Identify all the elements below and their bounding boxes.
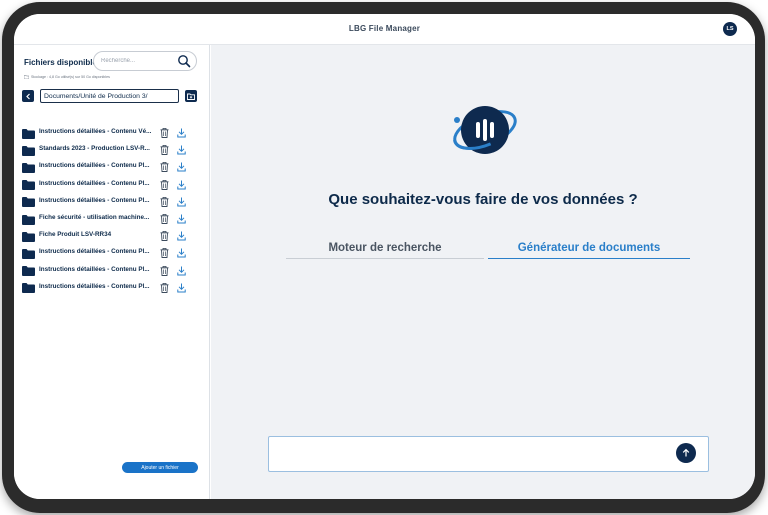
download-icon[interactable] [177, 180, 186, 190]
app-title: LBG File Manager [348, 24, 421, 33]
folder-small-icon [24, 75, 29, 79]
trash-icon[interactable] [160, 248, 169, 259]
folder-icon [22, 214, 35, 225]
trash-icon[interactable] [160, 196, 169, 207]
folder-icon [22, 180, 35, 191]
trash-icon[interactable] [160, 265, 169, 276]
download-icon[interactable] [177, 248, 186, 258]
send-button[interactable] [676, 443, 696, 463]
download-icon[interactable] [177, 266, 186, 276]
storage-info: Stockage : 4,8 Go utilisé(s) sur 50 Go d… [24, 75, 110, 79]
file-list: Instructions détaillées - Contenu Vé... S… [22, 125, 206, 297]
file-name: Instructions détaillées - Contenu Pl... [39, 282, 150, 290]
back-button[interactable] [22, 90, 34, 102]
file-row[interactable]: Instructions détaillées - Contenu Pl... [22, 177, 206, 194]
folder-icon [22, 197, 35, 208]
file-name: Fiche Produit LSV-RR34 [39, 231, 112, 239]
search-icon[interactable] [177, 54, 191, 68]
trash-icon[interactable] [160, 145, 169, 156]
app-logo-icon [453, 106, 517, 154]
trash-icon[interactable] [160, 231, 169, 242]
arrow-up-icon [682, 448, 690, 457]
file-name: Instructions détaillées - Contenu Pl... [39, 179, 150, 187]
sidebar-title: Fichiers disponibles [24, 58, 102, 67]
file-row[interactable]: Standards 2023 - Production LSV-R... [22, 142, 206, 159]
file-row[interactable]: Instructions détaillées - Contenu Pl... [22, 159, 206, 176]
file-name: Instructions détaillées - Contenu Pl... [39, 196, 150, 204]
chevron-left-icon [25, 93, 30, 99]
file-name: Fiche sécurité - utilisation machine... [39, 213, 150, 221]
folder-icon [22, 128, 35, 139]
folder-icon [22, 162, 35, 173]
folder-icon [22, 145, 35, 156]
main-panel: Que souhaitez-vous faire de vos données … [211, 45, 755, 499]
download-icon[interactable] [177, 214, 186, 224]
file-row[interactable]: Instructions détaillées - Contenu Pl... [22, 263, 206, 280]
tablet-frame: LBG File Manager LS Fichiers disponibles… [2, 2, 765, 513]
folder-icon [22, 266, 35, 277]
download-icon[interactable] [177, 283, 186, 293]
tab-document-generator[interactable]: Générateur de documents [488, 241, 690, 259]
file-row[interactable]: Instructions détaillées - Contenu Pl... [22, 280, 206, 297]
file-row[interactable]: Instructions détaillées - Contenu Vé... [22, 125, 206, 142]
tab-label: Moteur de recherche [328, 242, 442, 254]
trash-icon[interactable] [160, 282, 169, 293]
file-name: Instructions détaillées - Contenu Pl... [39, 162, 150, 170]
download-icon[interactable] [177, 162, 186, 172]
trash-icon[interactable] [160, 162, 169, 173]
folder-icon [22, 248, 35, 259]
folder-icon [22, 231, 35, 242]
folder-icon [22, 283, 35, 294]
file-row[interactable]: Instructions détaillées - Contenu Pl... [22, 194, 206, 211]
file-name: Instructions détaillées - Contenu Pl... [39, 265, 150, 273]
download-icon[interactable] [177, 231, 186, 241]
download-icon[interactable] [177, 197, 186, 207]
trash-icon[interactable] [160, 213, 169, 224]
trash-icon[interactable] [160, 128, 169, 138]
app-screen: LBG File Manager LS Fichiers disponibles… [14, 14, 755, 499]
sidebar-header: Fichiers disponibles [24, 51, 204, 75]
file-name: Standards 2023 - Production LSV-R... [39, 145, 150, 153]
storage-text: Stockage : 4,8 Go utilisé(s) sur 50 Go d… [31, 75, 110, 79]
path-input[interactable] [40, 89, 179, 103]
new-folder-button[interactable] [185, 90, 197, 102]
file-row[interactable]: Instructions détaillées - Contenu Pl... [22, 245, 206, 262]
file-row[interactable]: Fiche Produit LSV-RR34 [22, 228, 206, 245]
tab-label: Générateur de documents [517, 242, 661, 254]
file-name: Instructions détaillées - Contenu Pl... [39, 248, 150, 256]
main-question: Que souhaitez-vous faire de vos données … [328, 191, 638, 208]
prompt-input[interactable] [273, 441, 668, 467]
folder-plus-icon [187, 93, 195, 100]
file-name: Instructions détaillées - Contenu Vé... [39, 128, 152, 135]
prompt-box [268, 436, 709, 472]
trash-icon[interactable] [160, 179, 169, 190]
download-icon[interactable] [177, 128, 186, 138]
file-sidebar: Fichiers disponibles Stockage : 4,8 Go u… [14, 45, 210, 499]
tab-search-engine[interactable]: Moteur de recherche [286, 241, 484, 259]
download-icon[interactable] [177, 145, 186, 155]
add-file-button[interactable]: Ajouter un fichier [122, 462, 198, 473]
user-avatar[interactable]: LS [723, 22, 737, 36]
file-row[interactable]: Fiche sécurité - utilisation machine... [22, 211, 206, 228]
top-bar: LBG File Manager LS [14, 14, 755, 45]
